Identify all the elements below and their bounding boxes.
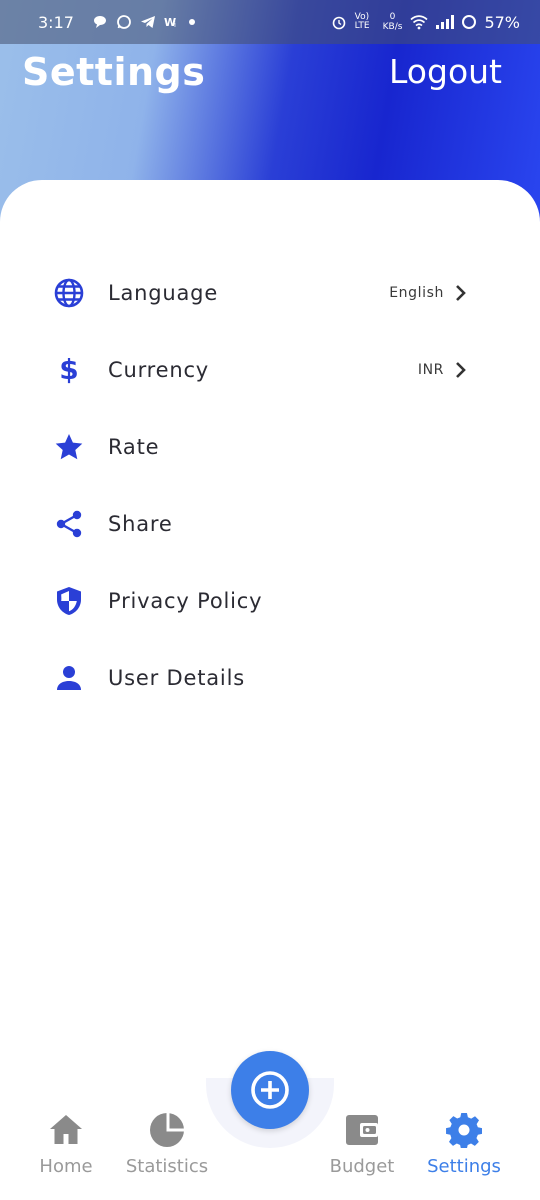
dollar-icon: $ bbox=[52, 353, 86, 387]
nav-label: Home bbox=[39, 1156, 93, 1177]
battery-percent: 57% bbox=[484, 12, 520, 32]
nav-home[interactable]: Home bbox=[16, 1112, 116, 1177]
add-button[interactable] bbox=[231, 1051, 309, 1129]
shield-icon bbox=[52, 584, 86, 618]
status-time: 3:17 bbox=[38, 12, 74, 32]
chat-bubble-icon bbox=[93, 16, 106, 28]
telegram-icon bbox=[140, 16, 155, 28]
dot-icon bbox=[188, 19, 195, 25]
menu-item-privacy-policy[interactable]: Privacy Policy bbox=[0, 566, 540, 636]
menu-item-label: Share bbox=[108, 512, 173, 536]
currency-value: INR bbox=[417, 362, 444, 378]
logout-button[interactable]: Logout bbox=[389, 52, 502, 91]
nav-label: Settings bbox=[427, 1156, 501, 1177]
star-icon bbox=[52, 430, 86, 464]
menu-item-label: Privacy Policy bbox=[108, 589, 263, 613]
battery-icon bbox=[462, 15, 477, 29]
nav-label: Statistics bbox=[125, 1156, 209, 1177]
speed-indicator: 0 KB/s bbox=[383, 12, 403, 32]
menu-item-language[interactable]: Language English bbox=[0, 258, 540, 328]
menu-item-user-details[interactable]: User Details bbox=[0, 643, 540, 713]
network-label: Vo) LTE bbox=[354, 12, 370, 31]
share-icon bbox=[52, 507, 86, 541]
pie-chart-icon bbox=[150, 1113, 185, 1147]
home-icon bbox=[50, 1115, 82, 1144]
nav-statistics[interactable]: Statistics bbox=[117, 1112, 217, 1177]
menu-item-currency[interactable]: $ Currency INR bbox=[0, 335, 540, 405]
alarm-icon bbox=[332, 16, 345, 30]
system-icons: Vo) LTE 0 KB/s 57% bbox=[331, 12, 520, 32]
speed-value: 0 bbox=[389, 12, 396, 22]
nav-label: Budget bbox=[329, 1156, 395, 1177]
menu-item-label: User Details bbox=[108, 666, 245, 690]
wifi-icon bbox=[410, 15, 429, 30]
plus-circle-icon bbox=[251, 1071, 289, 1109]
nav-budget[interactable]: Budget bbox=[312, 1112, 412, 1177]
menu-item-label: Currency bbox=[108, 358, 210, 382]
wi-icon: Wi bbox=[164, 16, 176, 29]
language-value: English bbox=[389, 285, 444, 301]
globe-icon bbox=[52, 276, 86, 310]
gear-icon bbox=[446, 1112, 482, 1148]
notification-icons: Wi bbox=[92, 14, 196, 30]
status-bar: 3:17 Wi Vo) LTE 0 KB/s 57% bbox=[0, 0, 540, 44]
svg-text:$: $ bbox=[59, 354, 78, 386]
signal-icon bbox=[436, 15, 455, 29]
chevron-right-icon bbox=[456, 362, 466, 378]
menu-item-share[interactable]: Share bbox=[0, 489, 540, 559]
chevron-right-icon bbox=[456, 285, 466, 301]
svg-text:i: i bbox=[174, 21, 176, 29]
person-icon bbox=[52, 661, 86, 695]
menu-item-rate[interactable]: Rate bbox=[0, 412, 540, 482]
menu-item-label: Rate bbox=[108, 435, 160, 459]
page-title: Settings bbox=[22, 50, 206, 94]
speed-unit: KB/s bbox=[382, 22, 403, 32]
menu-item-label: Language bbox=[108, 281, 219, 305]
nav-settings[interactable]: Settings bbox=[414, 1112, 514, 1177]
whatsapp-icon bbox=[117, 15, 131, 29]
wallet-icon bbox=[346, 1115, 378, 1145]
